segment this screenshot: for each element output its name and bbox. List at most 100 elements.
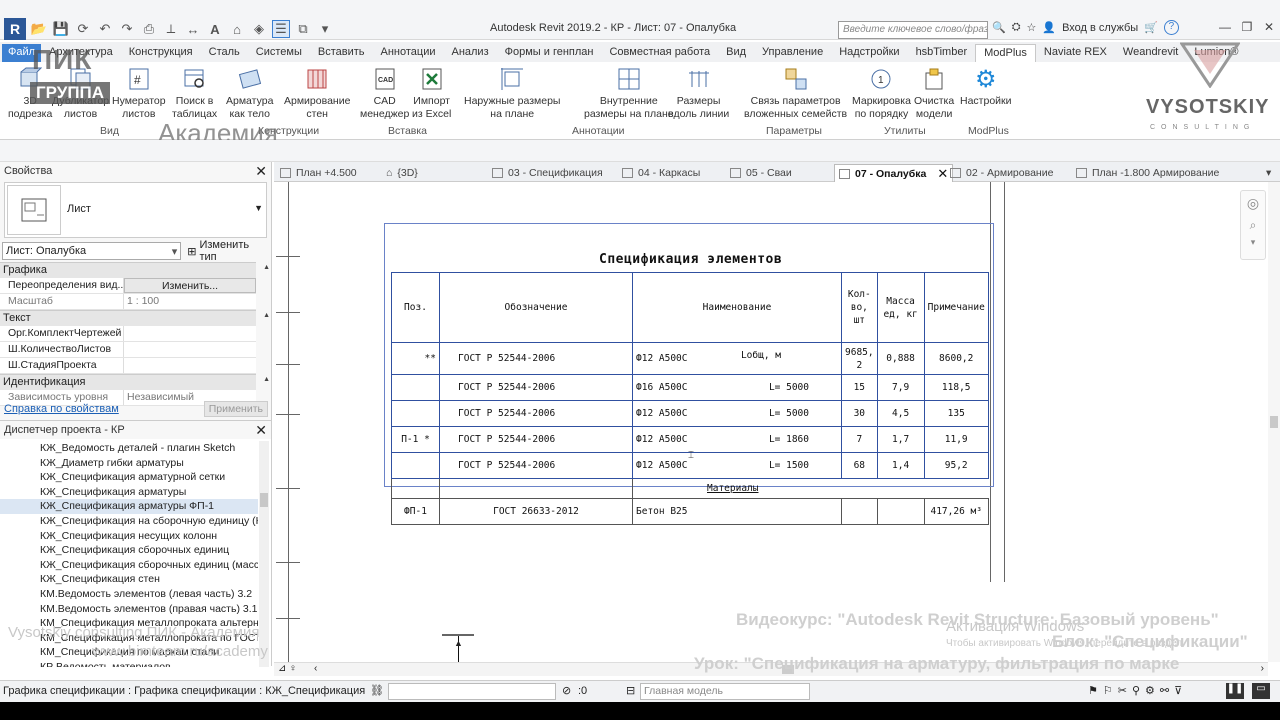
3d-view-icon[interactable]: ⌂ xyxy=(228,20,246,38)
zoom-icon[interactable]: ⌕ xyxy=(1241,218,1265,233)
list-item[interactable]: КЖ_Ведомость деталей - плагин Sketch xyxy=(0,441,258,456)
tab-12[interactable]: Надстройки xyxy=(831,44,907,62)
list-item[interactable]: КЖ_Спецификация на сборочную единицу (КЖ xyxy=(0,514,258,529)
edit-overrides-button[interactable]: Изменить... xyxy=(124,278,256,293)
chevron-left-icon[interactable]: ‹ xyxy=(314,663,317,674)
table-row[interactable]: ФП-1 ГОСТ 26633-2012 Бетон В25 417,26 м³ xyxy=(391,498,989,525)
customize-qat-icon[interactable]: ▾ xyxy=(316,20,334,38)
redo-icon[interactable]: ↷ xyxy=(118,20,136,38)
tab-03-spec[interactable]: 03 - Спецификация xyxy=(492,164,603,182)
close-icon[interactable]: ✕ xyxy=(255,163,267,180)
instance-filter-select[interactable]: Лист: Опалубка xyxy=(2,242,182,260)
undo-icon[interactable]: ↶ xyxy=(96,20,114,38)
section-graphics[interactable]: Графика xyxy=(0,262,270,278)
tab-16[interactable]: Weandrevit xyxy=(1115,44,1186,62)
tab-10[interactable]: Вид xyxy=(718,44,754,62)
video-control-icon[interactable]: ▭ xyxy=(1252,683,1270,699)
list-item[interactable]: КМ.Ведомость элементов (левая часть) 3.2 xyxy=(0,587,258,602)
rebar-as-body-button[interactable]: Арматура как тело xyxy=(226,66,273,121)
cart-icon[interactable]: 🛒 xyxy=(1144,21,1158,34)
editable-icon[interactable]: ⊘ xyxy=(562,684,571,697)
list-item[interactable]: КЖ_Спецификация сборочных единиц xyxy=(0,543,258,558)
wall-reinforcement-button[interactable]: Армирование стен xyxy=(284,66,350,121)
user-icon[interactable]: 👤 xyxy=(1042,21,1056,34)
tab-14[interactable]: ModPlus xyxy=(975,44,1036,62)
list-item[interactable]: КЖ_Диаметр гибки арматуры xyxy=(0,456,258,471)
dimension-icon[interactable]: ↔ xyxy=(184,20,202,38)
table-row[interactable]: П-1 * ГОСТ Р 52544-2006 Ф12 А500С L= 1860… xyxy=(391,426,989,453)
schedule-table[interactable]: Поз. Обозначение Наименование Кол- во, ш… xyxy=(391,272,989,525)
design-option-select[interactable]: Главная модель xyxy=(640,683,810,700)
edit-type-button[interactable]: Изменить тип xyxy=(199,239,269,263)
tab-02-reinforcement[interactable]: 02 - Армирование xyxy=(950,164,1053,182)
chevron-down-icon[interactable]: ▾ xyxy=(1241,237,1265,248)
tab-6[interactable]: Аннотации xyxy=(373,44,444,62)
tab-3[interactable]: Сталь xyxy=(201,44,248,62)
login-button[interactable]: Вход в службы xyxy=(1062,22,1138,34)
tab-05-piles[interactable]: 05 - Сваи xyxy=(730,164,792,182)
tab-7[interactable]: Анализ xyxy=(443,44,496,62)
table-row[interactable]: ** ГОСТ Р 52544-2006 Ф12 А500С Lобщ, м 96… xyxy=(391,342,989,375)
tab-plan-4500[interactable]: План +4.500 xyxy=(280,164,357,182)
search-input[interactable]: Введите ключевое слово/фразу xyxy=(838,21,988,39)
nested-family-params-button[interactable]: Связь параметров вложенных семейств xyxy=(744,66,847,121)
list-item[interactable]: КЖ_Спецификация арматуры xyxy=(0,485,258,500)
tab-9[interactable]: Совместная работа xyxy=(601,44,718,62)
sync-icon[interactable]: ⟳ xyxy=(74,20,92,38)
list-item[interactable]: КЖ_Спецификация арматуры ФП-1 xyxy=(0,499,258,514)
tab-4[interactable]: Системы xyxy=(248,44,310,62)
model-cleanup-button[interactable]: Очистка модели xyxy=(914,66,954,121)
help-icon[interactable]: ? xyxy=(1163,20,1179,35)
apply-button[interactable]: Применить xyxy=(203,401,268,417)
tab-5[interactable]: Вставить xyxy=(310,44,373,62)
property-value[interactable] xyxy=(124,342,256,357)
save-icon[interactable]: 💾 xyxy=(52,20,70,38)
close-icon[interactable]: ✕ xyxy=(1258,20,1280,38)
search-tables-button[interactable]: Поиск в таблицах xyxy=(172,66,217,121)
tab-13[interactable]: hsbTimber xyxy=(908,44,976,62)
open-icon[interactable]: 📂 xyxy=(30,20,48,38)
switch-windows-icon[interactable]: ⧉ xyxy=(294,20,312,38)
edit-type-icon[interactable]: ⊞ xyxy=(187,245,196,258)
print-icon[interactable]: ⎙ xyxy=(140,20,158,38)
section-text[interactable]: Текст xyxy=(0,310,270,326)
property-value[interactable] xyxy=(124,358,256,373)
list-item[interactable]: КМ.Ведомость элементов (правая часть) 3.… xyxy=(0,602,258,617)
sheet-numerator-button[interactable]: # Нумератор листов xyxy=(112,66,166,121)
workset-icon[interactable]: ⛓ xyxy=(370,684,384,697)
section-icon[interactable]: ◈ xyxy=(250,20,268,38)
scroll-thumb[interactable] xyxy=(1270,416,1278,428)
close-tab-icon[interactable]: ✕ xyxy=(937,166,948,182)
tab-07-formwork[interactable]: 07 - Опалубка ✕ xyxy=(834,164,954,182)
close-icon[interactable]: ✕ xyxy=(255,422,267,439)
property-value[interactable] xyxy=(124,326,256,341)
tab-04-frames[interactable]: 04 - Каркасы xyxy=(622,164,700,182)
restore-icon[interactable]: ❐ xyxy=(1236,20,1258,38)
filter-icon[interactable]: ⊟ xyxy=(626,684,635,697)
minimize-icon[interactable]: — xyxy=(1214,20,1236,38)
list-item[interactable]: КЖ_Спецификация арматурной сетки xyxy=(0,470,258,485)
chevron-right-icon[interactable]: › xyxy=(1261,663,1264,674)
type-selector[interactable]: Лист ▼ xyxy=(4,182,267,238)
text-icon[interactable]: A xyxy=(206,20,224,38)
list-item[interactable]: КЖ_Спецификация сборочных единиц (масса … xyxy=(0,558,258,573)
section-identity[interactable]: Идентификация xyxy=(0,374,270,390)
settings-button[interactable]: ⚙ Настройки xyxy=(960,66,1012,108)
navigation-bar[interactable]: ◎ ⌕ ▾ xyxy=(1240,190,1266,260)
tabs-menu-icon[interactable]: ▾ xyxy=(1266,164,1271,182)
tab-11[interactable]: Управление xyxy=(754,44,831,62)
inner-dimensions-button[interactable]: Внутренние размеры на плане xyxy=(584,66,674,121)
dimensions-along-line-button[interactable]: Размеры вдоль линии xyxy=(668,66,729,121)
workset-select[interactable] xyxy=(388,683,556,700)
drawing-canvas[interactable]: ▲ Спецификация элементов Поз. Обозначени… xyxy=(274,182,1268,662)
outer-dimensions-button[interactable]: Наружные размеры на плане xyxy=(464,66,560,121)
list-item[interactable]: КЖ_Спецификация несущих колонн xyxy=(0,529,258,544)
sequential-marking-button[interactable]: 1 Маркировка по порядку xyxy=(852,66,911,121)
pause-icon[interactable]: ❚❚ xyxy=(1226,683,1244,699)
list-item[interactable]: КР Ведомость материалов xyxy=(0,660,258,667)
property-value[interactable]: 1 : 100 xyxy=(124,294,256,309)
tab-3d[interactable]: ⌂ {3D} xyxy=(386,164,418,182)
steering-wheel-icon[interactable]: ◎ xyxy=(1241,195,1265,212)
tab-2[interactable]: Конструкция xyxy=(121,44,201,62)
binoculars-icon[interactable]: 🔍 xyxy=(992,21,1006,34)
